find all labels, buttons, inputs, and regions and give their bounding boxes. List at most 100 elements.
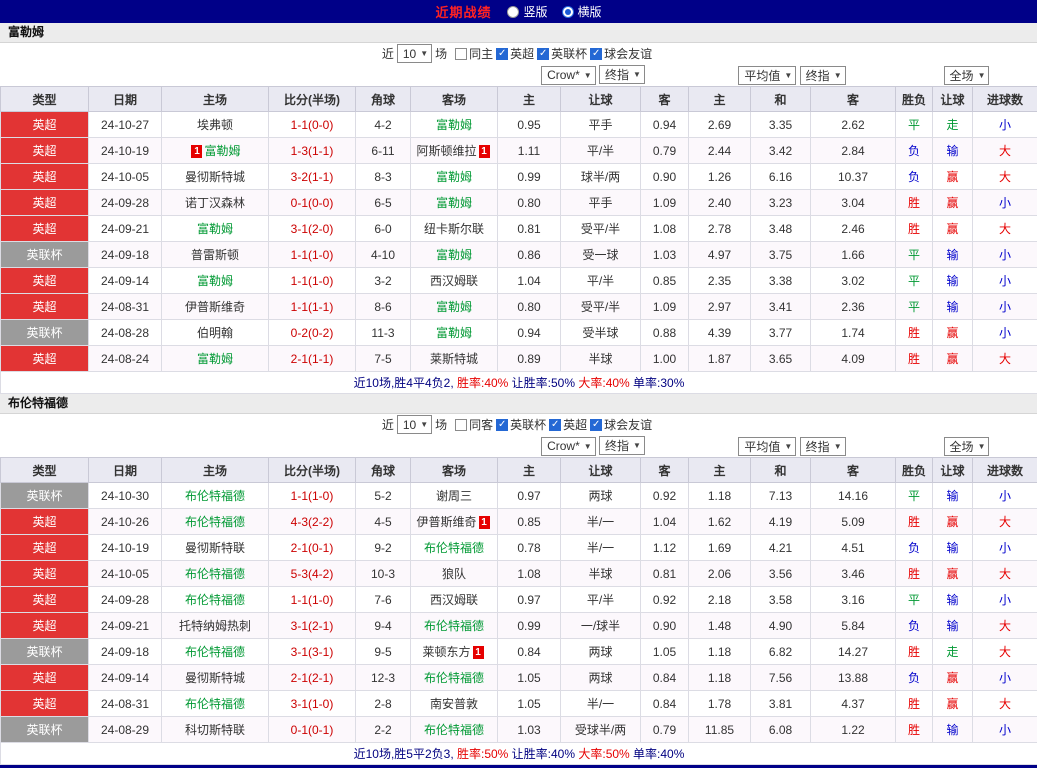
away-team-name[interactable]: 纽卡斯尔联	[424, 222, 484, 236]
home-team-name[interactable]: 布伦特福德	[185, 515, 245, 529]
checkbox-checked-icon: ✓	[496, 48, 508, 60]
team-section: 富勒姆 近 10 ▼ 场 同主✓英超✓英联杯✓球会友谊 Crow*▼ 终指▼ 平…	[0, 23, 1037, 394]
home-team-name[interactable]: 布伦特福德	[185, 593, 245, 607]
filter-checkbox[interactable]: ✓英联杯	[496, 416, 546, 433]
average-select[interactable]: 平均值▼	[738, 437, 796, 456]
recent-count-select[interactable]: 10 ▼	[397, 415, 432, 434]
home-team-cell: 布伦特福德	[162, 561, 269, 587]
away-team-cell: 莱斯特城	[411, 346, 498, 372]
away-team-name[interactable]: 富勒姆	[436, 326, 472, 340]
avg-home-cell: 1.18	[689, 665, 751, 691]
away-team-name[interactable]: 布伦特福德	[424, 619, 484, 633]
filter-checkbox[interactable]: ✓英联杯	[537, 45, 587, 62]
score-cell[interactable]: 1-1(1-0)	[269, 483, 356, 509]
home-team-name[interactable]: 布伦特福德	[185, 567, 245, 581]
scope-select[interactable]: 全场▼	[944, 437, 990, 456]
home-team-name[interactable]: 布伦特福德	[185, 697, 245, 711]
away-team-name[interactable]: 布伦特福德	[424, 723, 484, 737]
score-cell[interactable]: 0-1(0-0)	[269, 190, 356, 216]
score-cell[interactable]: 0-1(0-1)	[269, 717, 356, 743]
away-team-name[interactable]: 西汉姆联	[430, 274, 478, 288]
home-team-name[interactable]: 埃弗顿	[197, 118, 233, 132]
score-cell[interactable]: 1-3(1-1)	[269, 138, 356, 164]
avg-away-cell: 5.84	[811, 613, 896, 639]
score-cell[interactable]: 1-1(1-1)	[269, 294, 356, 320]
away-team-name[interactable]: 南安普敦	[430, 697, 478, 711]
odds-company-select[interactable]: Crow*▼	[541, 66, 596, 85]
radio-label: 横版	[578, 3, 602, 20]
home-team-name[interactable]: 布伦特福德	[185, 489, 245, 503]
home-team-name[interactable]: 富勒姆	[197, 222, 233, 236]
score-cell[interactable]: 3-1(2-1)	[269, 613, 356, 639]
score-cell[interactable]: 1-1(1-0)	[269, 242, 356, 268]
filter-checkbox[interactable]: ✓英超	[549, 416, 587, 433]
home-team-name[interactable]: 富勒姆	[197, 352, 233, 366]
home-team-name[interactable]: 诺丁汉森林	[185, 196, 245, 210]
average-select[interactable]: 平均值▼	[738, 66, 796, 85]
filter-checkbox[interactable]: ✓球会友谊	[590, 416, 652, 433]
away-team-name[interactable]: 莱顿东方	[422, 645, 470, 659]
away-team-name[interactable]: 西汉姆联	[430, 593, 478, 607]
score-cell[interactable]: 2-1(2-1)	[269, 665, 356, 691]
score-cell[interactable]: 1-1(1-0)	[269, 268, 356, 294]
goals-cell: 小	[973, 190, 1037, 216]
home-team-name[interactable]: 布伦特福德	[185, 645, 245, 659]
away-team-name[interactable]: 伊普斯维奇	[416, 515, 476, 529]
odds-final-select[interactable]: 终指▼	[599, 65, 645, 84]
home-team-name[interactable]: 伯明翰	[197, 326, 233, 340]
handicap-result-cell: 赢	[933, 190, 973, 216]
odds-home-cell: 0.94	[498, 320, 561, 346]
home-team-name[interactable]: 曼彻斯特联	[185, 541, 245, 555]
avg-draw-cell: 3.35	[751, 112, 811, 138]
away-team-name[interactable]: 阿斯顿维拉	[416, 144, 476, 158]
home-team-name[interactable]: 富勒姆	[197, 274, 233, 288]
score-cell[interactable]: 0-2(0-2)	[269, 320, 356, 346]
score-cell[interactable]: 3-1(1-0)	[269, 691, 356, 717]
odds-company-select[interactable]: Crow*▼	[541, 437, 596, 456]
home-team-name[interactable]: 伊普斯维奇	[185, 300, 245, 314]
filter-checkbox[interactable]: 同客	[455, 416, 493, 433]
away-team-name[interactable]: 狼队	[442, 567, 466, 581]
home-team-name[interactable]: 曼彻斯特城	[185, 170, 245, 184]
odds-home-cell: 1.08	[498, 561, 561, 587]
average-final-select[interactable]: 终指▼	[800, 437, 846, 456]
filter-checkbox[interactable]: ✓球会友谊	[590, 45, 652, 62]
home-team-name[interactable]: 科切斯特联	[185, 723, 245, 737]
away-team-name[interactable]: 富勒姆	[436, 248, 472, 262]
layout-radio-option[interactable]: 横版	[562, 3, 602, 20]
score-cell[interactable]: 3-1(3-1)	[269, 639, 356, 665]
corners-cell: 10-3	[356, 561, 411, 587]
score-cell[interactable]: 5-3(4-2)	[269, 561, 356, 587]
filter-checkbox[interactable]: 同主	[455, 45, 493, 62]
league-cell: 英联杯	[1, 717, 89, 743]
odds-final-select[interactable]: 终指▼	[599, 436, 645, 455]
home-team-name[interactable]: 托特纳姆热刺	[179, 619, 251, 633]
away-team-name[interactable]: 布伦特福德	[424, 541, 484, 555]
recent-count-select[interactable]: 10 ▼	[397, 44, 432, 63]
layout-radio-option[interactable]: 竖版	[507, 3, 547, 20]
avg-home-cell: 1.18	[689, 639, 751, 665]
away-team-name[interactable]: 富勒姆	[436, 170, 472, 184]
average-final-select[interactable]: 终指▼	[800, 66, 846, 85]
avg-draw-cell: 3.48	[751, 216, 811, 242]
filter-checkbox[interactable]: ✓英超	[496, 45, 534, 62]
score-cell[interactable]: 4-3(2-2)	[269, 509, 356, 535]
score-cell[interactable]: 2-1(1-1)	[269, 346, 356, 372]
away-team-name[interactable]: 莱斯特城	[430, 352, 478, 366]
away-team-name[interactable]: 富勒姆	[436, 300, 472, 314]
score-cell[interactable]: 3-2(1-1)	[269, 164, 356, 190]
home-team-name[interactable]: 曼彻斯特城	[185, 671, 245, 685]
home-team-name[interactable]: 普雷斯顿	[191, 248, 239, 262]
away-team-name[interactable]: 富勒姆	[436, 196, 472, 210]
result-cell: 负	[896, 164, 933, 190]
away-team-name[interactable]: 谢周三	[436, 489, 472, 503]
score-cell[interactable]: 3-1(2-0)	[269, 216, 356, 242]
score-cell[interactable]: 1-1(1-0)	[269, 587, 356, 613]
away-team-name[interactable]: 布伦特福德	[424, 671, 484, 685]
home-team-name[interactable]: 富勒姆	[204, 144, 240, 158]
score-cell[interactable]: 1-1(0-0)	[269, 112, 356, 138]
scope-select[interactable]: 全场▼	[944, 66, 990, 85]
away-team-name[interactable]: 富勒姆	[436, 118, 472, 132]
avg-controls: 平均值▼ 终指▼	[689, 64, 896, 87]
score-cell[interactable]: 2-1(0-1)	[269, 535, 356, 561]
